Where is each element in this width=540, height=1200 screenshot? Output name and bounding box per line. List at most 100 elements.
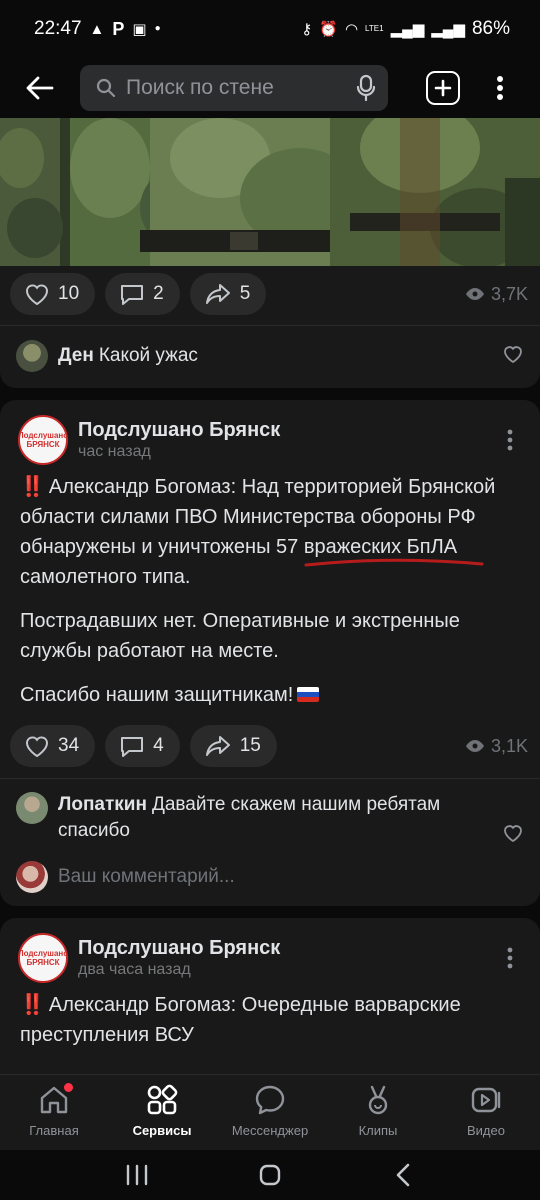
comment-placeholder: Ваш комментарий... [58,866,235,887]
status-bar: 22:47 ▲ P ▣ ● ⚷ ⏰ ◠ LTE1 ▂▄▆ ▂▄▆ 86% [0,0,540,58]
comment-input[interactable]: Ваш комментарий... [16,860,524,894]
volte-icon: LTE1 [365,24,384,33]
comment-like-icon[interactable] [502,343,524,365]
messenger-icon [255,1085,285,1115]
post-actions: 10 2 5 3,7K [10,273,528,315]
camouflage-photo-image [0,118,540,266]
views-counter: 3,7K [465,284,528,305]
share-button[interactable]: 5 [189,273,267,315]
red-underline-mark [304,558,484,567]
key-icon: ⚷ [301,20,313,38]
comment-text: Ден Какой ужас [58,340,492,372]
comment-count: 2 [153,283,164,304]
back-system-button[interactable] [373,1155,433,1195]
more-options-button[interactable] [480,58,520,118]
avatar[interactable] [16,792,48,824]
back-button[interactable] [0,58,80,118]
eye-icon [465,740,484,752]
post-photo[interactable] [0,118,540,266]
nav-label: Главная [29,1123,79,1138]
bottom-navigation: Главная Сервисы Мессенджер Клипы Видео [0,1074,540,1150]
post-time: час назад [78,443,151,460]
comment-button[interactable]: 2 [105,273,180,315]
notification-badge [64,1083,73,1092]
like-button[interactable]: 34 [10,725,96,767]
chevron-left-icon [397,1163,410,1187]
add-post-button[interactable] [426,71,460,105]
heart-icon [25,736,49,758]
nav-home[interactable]: Главная [0,1075,108,1150]
share-icon [205,736,230,756]
comment-count: 4 [153,735,164,756]
comment-author[interactable]: Ден [58,345,94,366]
top-comment[interactable]: Ден Какой ужас [16,340,524,372]
nav-label: Клипы [358,1123,398,1138]
post-paragraph: ‼️ Александр Богомаз: Над территорией Бря… [20,476,496,588]
group-logo: Подслушано БРЯНСК [18,949,68,967]
comment-body: Какой ужас [98,345,198,366]
post-paragraph: Спасибо нашим защитникам! [20,680,520,710]
arrow-left-icon [26,76,54,100]
top-comment[interactable]: Лопаткин Давайте скажем нашим ребятам спа… [16,792,524,844]
like-count: 34 [58,735,80,756]
more-vertical-icon [497,76,503,100]
nav-label: Мессенджер [231,1123,309,1138]
post-card: 10 2 5 3,7K Ден Какой ужас [0,266,540,388]
eye-icon [465,288,484,300]
share-button[interactable]: 15 [189,725,277,767]
wall-search-input[interactable]: Поиск по стене [80,65,388,111]
divider [0,325,540,326]
more-vertical-icon [507,947,513,969]
home-button[interactable] [240,1155,300,1195]
clips-icon [368,1085,388,1115]
nav-messenger[interactable]: Мессенджер [216,1075,324,1150]
post-header: Подслушано БРЯНСК Подслушано Брянск час … [18,412,522,468]
nav-clips[interactable]: Клипы [324,1075,432,1150]
views-counter: 3,1K [465,736,528,757]
group-avatar[interactable]: Подслушано БРЯНСК [18,415,68,465]
comment-like-icon[interactable] [502,822,524,844]
group-logo: Подслушано БРЯНСК [18,431,68,449]
post-text: ‼️ Александр Богомаз: Над территорией Бря… [20,472,520,724]
russia-flag-icon [297,687,320,702]
post-text: ‼️ Александр Богомаз: Очередные варварски… [20,990,520,1064]
post-menu-button[interactable] [498,420,522,460]
post-card: Подслушано БРЯНСК Подслушано Брянск час … [0,400,540,906]
search-icon [96,78,116,98]
parking-icon: P [112,19,125,39]
status-time: 22:47 [34,18,82,39]
share-icon [205,284,230,304]
search-placeholder: Поиск по стене [126,76,274,99]
top-bar: Поиск по стене [0,58,540,118]
services-icon [147,1084,178,1115]
system-navigation [0,1150,540,1200]
microphone-icon[interactable] [356,74,376,102]
notification-dot-icon: ● [154,23,161,34]
share-count: 5 [239,283,251,304]
post-actions: 34 4 15 3,1K [10,725,528,767]
double-exclamation-icon: ‼️ [20,994,45,1016]
nav-video[interactable]: Видео [432,1075,540,1150]
post-header: Подслушано БРЯНСК Подслушано Брянск два … [18,930,522,986]
recent-apps-button[interactable] [107,1155,167,1195]
post-paragraph: ‼️ Александр Богомаз: Очередные варварски… [20,994,461,1046]
heart-icon [25,284,49,306]
comment-author[interactable]: Лопаткин [58,794,147,815]
comment-text: Лопаткин Давайте скажем нашим ребятам спа… [58,792,492,844]
nav-services[interactable]: Сервисы [108,1075,216,1150]
double-exclamation-icon: ‼️ [20,476,45,498]
signal-icon: ▂▄▆ [390,20,425,38]
nav-label: Видео [467,1123,505,1138]
group-name[interactable]: Подслушано Брянск [78,418,498,442]
avatar[interactable] [16,340,48,372]
like-button[interactable]: 10 [10,273,96,315]
comment-icon [121,737,144,757]
comment-button[interactable]: 4 [105,725,180,767]
comment-icon [121,285,144,305]
vk-wall-screen: 22:47 ▲ P ▣ ● ⚷ ⏰ ◠ LTE1 ▂▄▆ ▂▄▆ 86% Пои… [0,0,540,1200]
battery-level: 86% [471,18,510,39]
group-name[interactable]: Подслушано Брянск [78,936,498,960]
group-avatar[interactable]: Подслушано БРЯНСК [18,933,68,983]
signal-2-icon: ▂▄▆ [431,20,465,38]
post-menu-button[interactable] [498,938,522,978]
